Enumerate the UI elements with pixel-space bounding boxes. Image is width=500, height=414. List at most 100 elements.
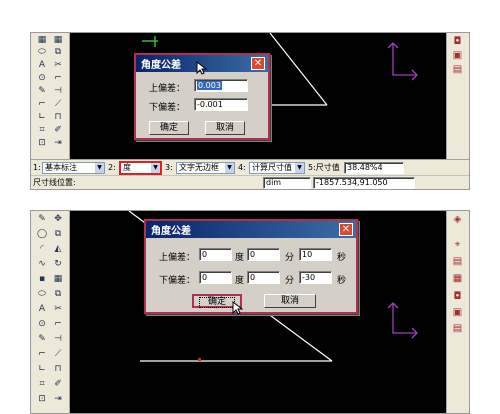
angle-tolerance-dialog: 角度公差 ✕ 上偏差： 0.003 下偏差： -0.001 确定 取消: [134, 53, 270, 140]
angle-icon[interactable]: ∟: [35, 364, 49, 375]
close-icon[interactable]: ✕: [251, 57, 265, 70]
option2-combo[interactable]: 度 ▼: [119, 161, 162, 175]
upper-deviation-label: 上偏差：: [149, 84, 186, 94]
dimension-options-bar: 1: 基本标注 ▼ 2: 度 ▼ 3: 文字无边框 ▼ 4: 计算尺寸值 ▼ 5…: [31, 159, 469, 176]
array-icon[interactable]: ▦: [51, 274, 65, 285]
dimension-value-input[interactable]: 38.48%4: [344, 162, 404, 174]
ok-button[interactable]: 确定: [149, 121, 189, 135]
status-line: 尺寸线位置: dim -1857.534,91.050: [31, 175, 469, 189]
fillet-icon[interactable]: ⌐: [51, 73, 65, 84]
ellipse-icon[interactable]: ⬭: [35, 47, 49, 58]
break-icon[interactable]: ⊓: [51, 364, 65, 375]
text-icon[interactable]: A: [35, 304, 49, 315]
trim-icon[interactable]: ⊣: [51, 86, 65, 97]
table-icon[interactable]: ▤: [450, 256, 465, 268]
dimension-icon[interactable]: ⌗: [35, 379, 49, 390]
top-screenshot-panel: ▦ ▦ ⬭ ⧉ A ✂ ⊙ ⌐ ✎ ⊣ ⌐ ⟋ ∟ ⊓ ⌗ ✐ ⊡ ⇥ ◘ ▣ …: [30, 32, 470, 190]
upper-minutes-input[interactable]: 0: [247, 248, 280, 261]
dialog-title: 角度公差: [141, 60, 181, 71]
break-icon[interactable]: ⊓: [51, 112, 65, 123]
point-icon[interactable]: ⊙: [35, 73, 49, 84]
upper-seconds-input[interactable]: 10: [299, 248, 332, 261]
grid-icon[interactable]: ▦: [35, 35, 49, 46]
grid-icon[interactable]: ▦: [51, 35, 65, 46]
properties-icon[interactable]: ▤: [450, 323, 465, 335]
scissors-icon[interactable]: ✂: [51, 304, 65, 315]
lower-minutes-input[interactable]: 0: [247, 271, 280, 284]
extend-icon[interactable]: ⟋: [51, 99, 65, 110]
measure-icon[interactable]: ⊡: [35, 394, 49, 405]
upper-deviation-label: 上偏差：: [159, 253, 196, 263]
option3-number: 3:: [165, 163, 173, 172]
block-icon[interactable]: ▣: [450, 50, 465, 62]
lower-deviation-input[interactable]: -0.001: [194, 98, 248, 111]
edit-icon[interactable]: ✐: [51, 125, 65, 136]
insert-icon[interactable]: ⇥: [51, 394, 65, 405]
cube-icon[interactable]: ◈: [450, 214, 465, 226]
target-icon[interactable]: ⊙: [35, 319, 49, 330]
dialog-title: 角度公差: [151, 226, 191, 237]
extend-icon[interactable]: ⟋: [51, 349, 65, 360]
close-icon[interactable]: ✕: [339, 223, 353, 236]
fillet-icon[interactable]: ⌐: [51, 319, 65, 330]
scissors-icon[interactable]: ✂: [51, 60, 65, 71]
pencil-icon[interactable]: ✎: [35, 86, 49, 97]
offset-icon[interactable]: ⧉: [51, 289, 65, 300]
arc-icon[interactable]: ◜: [35, 244, 49, 255]
right-toolbar: ◈ ⌖ ▤ ▦ ◘ ▣ ▤: [446, 211, 469, 413]
mirror-icon[interactable]: ◭: [51, 244, 65, 255]
point-icon[interactable]: ▪: [35, 274, 49, 285]
snap-icon[interactable]: ⌖: [450, 239, 465, 251]
text-icon[interactable]: A: [35, 60, 49, 71]
option1-combo[interactable]: 基本标注 ▼: [42, 162, 105, 174]
upper-deviation-value: 0.003: [197, 81, 222, 90]
dimension-icon[interactable]: ⌗: [35, 125, 49, 136]
upper-degrees-input[interactable]: 0: [199, 248, 232, 261]
properties-icon[interactable]: ▤: [450, 64, 465, 76]
minute-unit: 分: [285, 253, 295, 263]
minute-unit: 分: [285, 276, 295, 286]
command-field: dim: [263, 177, 311, 189]
ok-button-label: 确定: [198, 297, 235, 308]
ellipse-icon[interactable]: ⬭: [35, 289, 49, 300]
block-icon[interactable]: ▣: [450, 307, 465, 319]
chevron-down-icon[interactable]: ▼: [225, 163, 234, 173]
grid-icon[interactable]: ▦: [450, 273, 465, 285]
option4-combo[interactable]: 计算尺寸值 ▼: [249, 162, 305, 174]
modify-icon[interactable]: ✐: [51, 379, 65, 390]
insert-icon[interactable]: ⇥: [51, 138, 65, 149]
mouse-cursor-icon: [196, 61, 208, 75]
pencil-icon[interactable]: ✎: [35, 214, 49, 225]
chevron-down-icon[interactable]: ▼: [295, 163, 304, 173]
option3-combo[interactable]: 文字无边框 ▼: [176, 162, 235, 174]
angle-icon[interactable]: ∟: [35, 112, 49, 123]
rotate-icon[interactable]: ↻: [51, 259, 65, 270]
circle-icon[interactable]: ◯: [35, 229, 49, 240]
measure-icon[interactable]: ⊡: [35, 138, 49, 149]
lower-degrees-input[interactable]: 0: [199, 271, 232, 284]
chevron-down-icon[interactable]: ▼: [95, 163, 104, 173]
corner-icon[interactable]: ⌐: [35, 349, 49, 360]
move-icon[interactable]: ✥: [51, 214, 65, 225]
option4-number: 4:: [238, 163, 246, 172]
coordinates-display: -1857.534,91.050: [313, 177, 415, 189]
chevron-down-icon[interactable]: ▼: [151, 163, 160, 173]
copy-icon[interactable]: ⧉: [51, 47, 65, 58]
layer-icon[interactable]: ◘: [450, 291, 465, 303]
left-toolbar: ▦ ▦ ⬭ ⧉ A ✂ ⊙ ⌐ ✎ ⊣ ⌐ ⟋ ∟ ⊓ ⌗ ✐ ⊡ ⇥: [31, 33, 70, 173]
edit-icon[interactable]: ✎: [35, 334, 49, 345]
corner-icon[interactable]: ⌐: [35, 99, 49, 110]
copy-icon[interactable]: ⧉: [51, 229, 65, 240]
left-toolbar: ✎ ✥ ◯ ⧉ ◜ ◭ ∿ ↻ ▪ ▦ ⬭ ⧉ A ✂ ⊙ ⌐ ✎ ⊣ ⌐ ⟋ …: [31, 211, 70, 413]
lower-deviation-label: 下偏差：: [159, 276, 196, 286]
trim-icon[interactable]: ⊣: [51, 334, 65, 345]
option4-value: 计算尺寸值: [252, 163, 292, 172]
option2-number: 2:: [108, 163, 116, 172]
lower-seconds-input[interactable]: -30: [299, 271, 332, 284]
cancel-button[interactable]: 取消: [264, 294, 316, 308]
option5-label: 5:尺寸值: [308, 163, 340, 172]
spline-icon[interactable]: ∿: [35, 259, 49, 270]
layer-icon[interactable]: ◘: [450, 36, 465, 48]
upper-deviation-input[interactable]: 0.003: [194, 79, 248, 92]
cancel-button[interactable]: 取消: [205, 121, 245, 135]
